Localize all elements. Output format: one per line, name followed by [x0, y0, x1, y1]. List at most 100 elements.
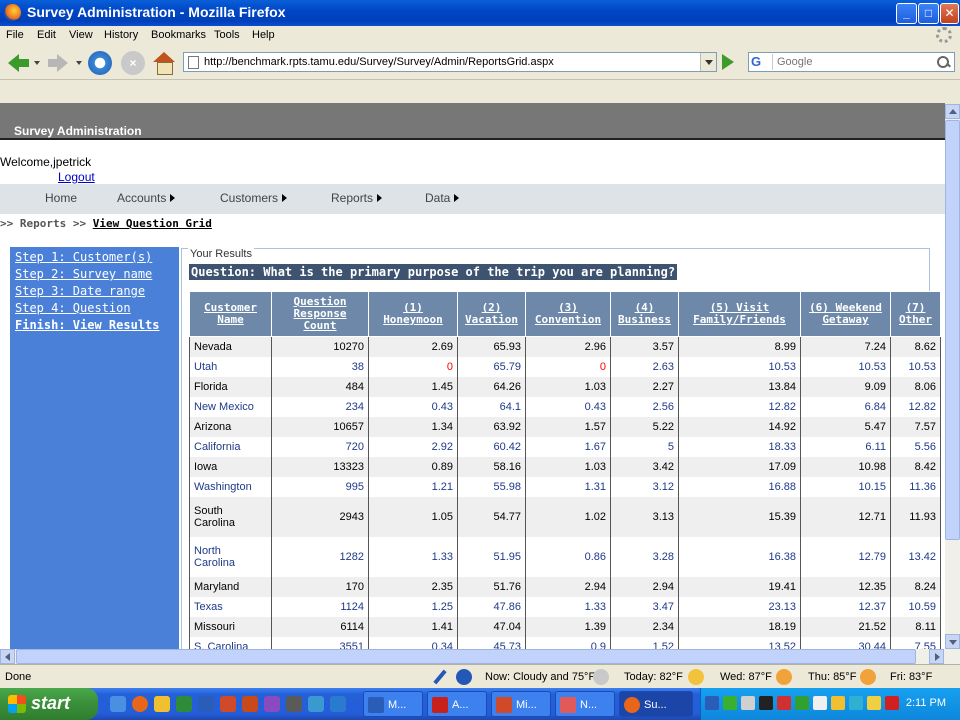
customer-name: Carolina — [194, 516, 235, 529]
task-firefox[interactable]: Su... — [619, 691, 693, 717]
weather-fri: Fri: 83°F — [890, 671, 933, 683]
vertical-scrollbar[interactable] — [945, 104, 960, 649]
task-word[interactable]: M... — [363, 691, 423, 717]
customer-name-cell: Missouri — [189, 616, 272, 637]
back-history-dropdown-icon[interactable] — [34, 61, 40, 65]
stop-icon[interactable]: × — [121, 51, 145, 75]
cloud-icon — [593, 669, 609, 685]
quicklaunch-outlook-icon[interactable] — [242, 696, 258, 712]
weather-wed: Wed: 87°F — [720, 671, 772, 683]
customer-name: Nevada — [194, 340, 232, 353]
tray-icon[interactable] — [705, 696, 719, 710]
quicklaunch-powerpoint-icon[interactable] — [220, 696, 236, 712]
tray-icon[interactable] — [759, 696, 773, 710]
nav-data[interactable]: Data — [425, 191, 460, 205]
forward-arrow-icon[interactable] — [46, 51, 70, 75]
logout-link[interactable]: Logout — [58, 170, 95, 184]
window-title: Survey Administration - Mozilla Firefox — [27, 4, 286, 20]
horizontal-scroll-thumb[interactable] — [16, 649, 916, 664]
column-header[interactable]: (5) Visit Family/Friends — [678, 291, 801, 337]
step-2-link[interactable]: Step 2: Survey name — [15, 267, 152, 281]
task-powerpoint[interactable]: Mi... — [491, 691, 551, 717]
menu-tools[interactable]: Tools — [214, 29, 240, 41]
column-header[interactable]: (2) Vacation — [457, 291, 526, 337]
step-3-link[interactable]: Step 3: Date range — [15, 284, 145, 298]
go-arrow-icon[interactable] — [722, 54, 734, 70]
menu-edit[interactable]: Edit — [37, 29, 56, 41]
value-cell: 60.42 — [457, 436, 526, 457]
quicklaunch-folder-icon[interactable] — [154, 696, 170, 712]
url-input[interactable] — [204, 54, 674, 70]
quicklaunch-excel-icon[interactable] — [176, 696, 192, 712]
step-1-link[interactable]: Step 1: Customer(s) — [15, 250, 152, 264]
menu-view[interactable]: View — [69, 29, 93, 41]
tray-icon[interactable] — [723, 696, 737, 710]
nav-reports[interactable]: Reports — [331, 191, 383, 205]
nav-customers[interactable]: Customers — [220, 191, 288, 205]
task-acrobat[interactable]: A... — [427, 691, 487, 717]
column-header[interactable]: (7) Other — [890, 291, 941, 337]
minimize-button[interactable]: _ — [896, 3, 917, 24]
tray-icon[interactable] — [849, 696, 863, 710]
column-header[interactable]: (1) Honeymoon — [368, 291, 458, 337]
quicklaunch-word-icon[interactable] — [198, 696, 214, 712]
address-bar[interactable] — [183, 52, 717, 72]
nav-home[interactable]: Home — [45, 191, 77, 205]
column-header[interactable]: (3) Convention — [525, 291, 611, 337]
search-input[interactable] — [777, 54, 927, 70]
back-arrow-icon[interactable] — [6, 51, 30, 75]
breadcrumb-prefix[interactable]: >> Reports >> — [0, 217, 93, 230]
quicklaunch-app-icon[interactable] — [330, 696, 346, 712]
value-cell: 23.13 — [678, 596, 801, 617]
menu-help[interactable]: Help — [252, 29, 275, 41]
quicklaunch-app-icon[interactable] — [286, 696, 302, 712]
task-app[interactable]: N... — [555, 691, 615, 717]
quicklaunch-app-icon[interactable] — [264, 696, 280, 712]
search-box[interactable]: G — [748, 52, 955, 72]
scroll-up-icon[interactable] — [945, 104, 960, 119]
search-icon[interactable] — [934, 54, 952, 70]
quicklaunch-firefox-icon[interactable] — [132, 696, 148, 712]
customer-name-cell: Nevada — [189, 336, 272, 357]
close-button[interactable]: ✕ — [940, 3, 959, 24]
quicklaunch-ie-icon[interactable] — [110, 696, 126, 712]
home-icon[interactable] — [152, 51, 176, 75]
nav-accounts[interactable]: Accounts — [117, 191, 176, 205]
customer-name: Texas — [194, 600, 223, 613]
menu-bookmarks[interactable]: Bookmarks — [151, 29, 206, 41]
horizontal-scrollbar[interactable] — [0, 649, 960, 664]
tray-icon[interactable] — [885, 696, 899, 710]
maximize-button[interactable]: □ — [918, 3, 939, 24]
google-icon[interactable]: G — [751, 54, 773, 70]
breadcrumb: >> Reports >> View Question Grid — [0, 217, 212, 230]
column-header[interactable]: Question Response Count — [271, 291, 369, 337]
vertical-scroll-thumb[interactable] — [945, 120, 960, 540]
reload-icon[interactable] — [88, 51, 112, 75]
wrench-icon[interactable] — [432, 669, 448, 685]
tray-icon[interactable] — [795, 696, 809, 710]
scroll-down-icon[interactable] — [945, 634, 960, 649]
breadcrumb-current[interactable]: View Question Grid — [93, 217, 212, 230]
taskbar: start M... A... Mi... N... Su... 2:11 PM — [0, 688, 960, 720]
scroll-left-icon[interactable] — [0, 649, 15, 664]
step-4-link[interactable]: Step 4: Question — [15, 301, 131, 315]
start-button[interactable]: start — [0, 688, 98, 720]
quicklaunch-app-icon[interactable] — [308, 696, 324, 712]
forward-history-dropdown-icon[interactable] — [76, 61, 82, 65]
tray-icon[interactable] — [813, 696, 827, 710]
value-cell: 5.47 — [800, 416, 891, 437]
menu-history[interactable]: History — [104, 29, 138, 41]
column-header[interactable]: (4) Business — [610, 291, 679, 337]
tray-icon[interactable] — [831, 696, 845, 710]
tray-icon[interactable] — [867, 696, 881, 710]
scroll-right-icon[interactable] — [929, 649, 944, 664]
globe-icon[interactable] — [456, 669, 472, 685]
column-header[interactable]: (6) Weekend Getaway — [800, 291, 891, 337]
window-title-bar: Survey Administration - Mozilla Firefox … — [0, 0, 960, 26]
tray-icon[interactable] — [741, 696, 755, 710]
finish-link[interactable]: Finish: View Results — [15, 318, 160, 332]
menu-file[interactable]: File — [6, 29, 24, 41]
url-dropdown-icon[interactable] — [700, 53, 716, 71]
tray-icon[interactable] — [777, 696, 791, 710]
column-header[interactable]: Customer Name — [189, 291, 272, 337]
